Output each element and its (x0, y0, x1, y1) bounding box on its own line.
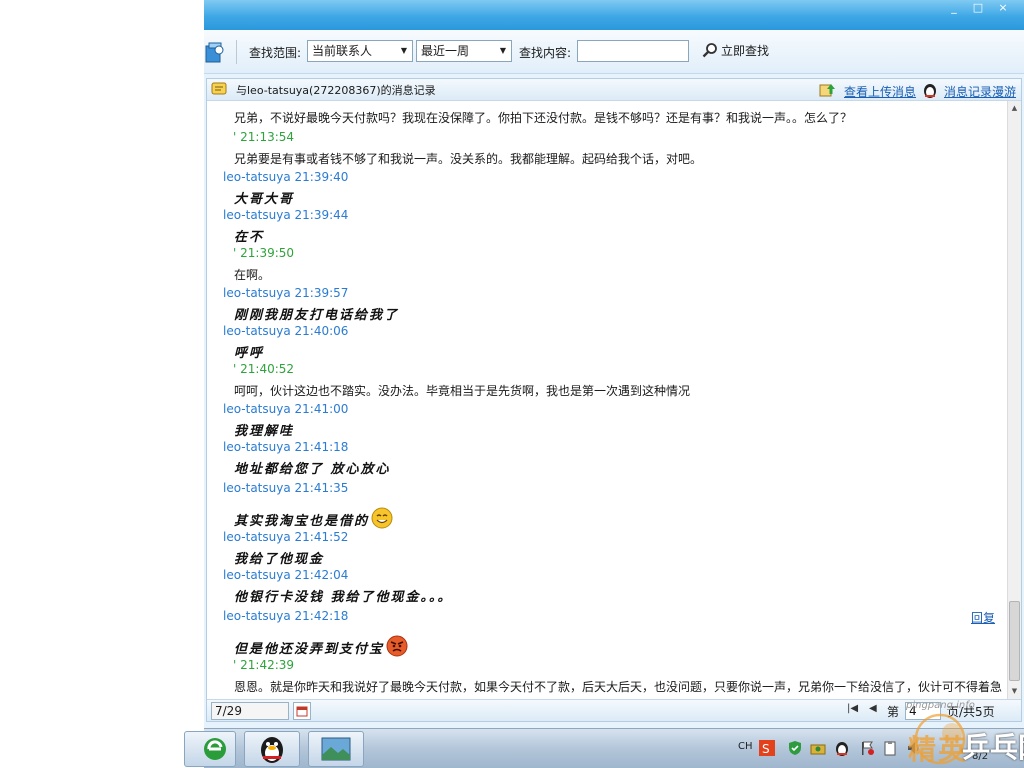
message-text: 恩恩。就是你昨天和我说好了最晚今天付款，如果今天付不了款，后天大后天，也没问题，… (234, 680, 1003, 694)
history-tool-icon[interactable] (204, 40, 226, 64)
panel-footer: 7/29 |◀ ◀ 第 4 页/共5页 (207, 699, 1021, 721)
reply-link[interactable]: 回复 (971, 609, 995, 626)
svg-text:S: S (762, 742, 770, 756)
toolbar-separator (236, 40, 237, 64)
message-text: 我理解哇 (234, 424, 295, 439)
desktop-blank-area (0, 0, 204, 768)
date-field[interactable]: 7/29 (211, 702, 289, 720)
message-text: 但是他还没弄到支付宝 (234, 635, 408, 657)
scrollbar-thumb[interactable] (1009, 601, 1020, 681)
chevron-down-icon: ▼ (499, 46, 507, 55)
grin-emoji-icon (371, 507, 393, 529)
message-text: 在不 (234, 230, 265, 245)
message-text: 其实我淘宝也是借的 (234, 507, 393, 529)
message-text: 大哥大哥 (234, 192, 295, 207)
chevron-down-icon: ▼ (400, 46, 408, 55)
period-select[interactable]: 最近一周 ▼ (416, 40, 512, 62)
calendar-button[interactable] (293, 702, 311, 720)
calendar-icon (296, 706, 308, 717)
image-viewer-icon (321, 737, 351, 761)
message-header: ' 21:39:50 (233, 246, 295, 260)
chat-log-icon (211, 82, 227, 95)
message-header: leo-tatsuya 21:39:44 (223, 208, 349, 222)
taskbar-app-image[interactable] (308, 731, 364, 767)
scope-label: 查找范围: (249, 46, 302, 60)
message-header: leo-tatsuya 21:41:35 (223, 481, 349, 495)
watermark-site: pingpang.info (906, 700, 975, 711)
message-header: leo-tatsuya 21:42:04 (223, 568, 349, 582)
message-text: 呼呼 (234, 346, 265, 361)
message-text: 在啊。 (234, 268, 271, 282)
message-header: ' 21:40:52 (233, 362, 295, 376)
taskbar-app-qq[interactable] (244, 731, 300, 767)
find-button-label: 立即查找 (721, 44, 770, 58)
vertical-scrollbar[interactable]: ▲ ▼ (1007, 101, 1021, 699)
first-page-icon[interactable]: |◀ (847, 703, 858, 714)
qq-tray-icon[interactable] (834, 740, 850, 756)
message-header: leo-tatsuya 21:41:18 (223, 440, 349, 454)
chat-history-window: _ □ × 查找范围: 当前联系人 ▼ 最近一周 ▼ 查找内容: 立即查找 与l… (204, 0, 1024, 728)
roaming-link[interactable]: 消息记录漫游 (944, 83, 1016, 100)
close-button[interactable]: × (991, 1, 1015, 15)
search-input[interactable] (577, 40, 689, 62)
scope-select-value: 当前联系人 (312, 44, 373, 58)
scope-select[interactable]: 当前联系人 ▼ (307, 40, 413, 62)
message-header: leo-tatsuya 21:41:52 (223, 530, 349, 544)
message-text: 地址都给您了 放心放心 (234, 462, 391, 477)
security-shield-icon[interactable] (787, 740, 803, 756)
clipboard-icon[interactable] (882, 740, 898, 756)
message-text: 我给了他现金 (234, 552, 325, 567)
flag-icon[interactable] (859, 740, 875, 756)
message-header: leo-tatsuya 21:40:06 (223, 324, 349, 338)
find-button[interactable]: 立即查找 (702, 40, 769, 62)
watermark-brand-b: 乒乓网 (962, 731, 1024, 764)
input-method-icon[interactable]: S (759, 740, 775, 756)
content-label: 查找内容: (519, 46, 572, 60)
message-header: leo-tatsuya 21:39:40 (223, 170, 349, 184)
message-header: ' 21:42:39 (233, 658, 295, 672)
upload-icon (819, 84, 835, 97)
message-text: 兄弟要是有事或者钱不够了和我说一声。没关系的。我都能理解。起码给我个话，对吧。 (234, 152, 703, 166)
page-label: 第 (887, 705, 900, 719)
angry-emoji-icon (386, 635, 408, 657)
message-text: 他银行卡没钱 我给了他现金。。。 (234, 590, 453, 605)
browser-icon (204, 738, 226, 760)
panel-header: 与leo-tatsuya(272208367)的消息记录 查看上传消息 消息记录… (207, 79, 1021, 101)
message-panel: 与leo-tatsuya(272208367)的消息记录 查看上传消息 消息记录… (206, 78, 1022, 722)
message-text: 刚刚我朋友打电话给我了 (234, 308, 400, 323)
penguin-icon (924, 84, 936, 98)
message-header: leo-tatsuya 21:42:18 (223, 609, 349, 623)
message-header: leo-tatsuya 21:41:00 (223, 402, 349, 416)
maximize-button[interactable]: □ (966, 1, 990, 15)
view-uploads-link[interactable]: 查看上传消息 (844, 83, 916, 100)
watermark-brand-a: 精英 (908, 733, 969, 766)
qq-penguin-icon (261, 737, 283, 763)
period-select-value: 最近一周 (421, 44, 470, 58)
search-icon (702, 43, 717, 58)
scroll-up-icon[interactable]: ▲ (1008, 101, 1021, 116)
message-text: 兄弟，不说好最晚今天付款吗？我现在没保障了。你拍下还没付款。是钱不够吗？还是有事… (234, 111, 853, 125)
taskbar-app-ie[interactable] (184, 731, 236, 767)
taskbar: CH S 8/2 (184, 728, 1024, 768)
language-indicator[interactable]: CH (738, 741, 753, 752)
minimize-button[interactable]: _ (942, 1, 966, 15)
message-log: 兄弟，不说好最晚今天付款吗？我现在没保障了。你拍下还没付款。是钱不够吗？还是有事… (207, 101, 1007, 699)
message-header: ' 21:13:54 (233, 130, 295, 144)
network-icon[interactable] (810, 740, 826, 756)
search-toolbar: 查找范围: 当前联系人 ▼ 最近一周 ▼ 查找内容: 立即查找 (204, 30, 1024, 74)
title-bar: _ □ × (204, 0, 1024, 30)
prev-page-icon[interactable]: ◀ (869, 703, 877, 714)
message-header: leo-tatsuya 21:39:57 (223, 286, 349, 300)
panel-title: 与leo-tatsuya(272208367)的消息记录 (236, 84, 436, 97)
message-text: 呵呵，伙计这边也不踏实。没办法。毕竟相当于是先货啊，我也是第一次遇到这种情况 (234, 384, 691, 398)
